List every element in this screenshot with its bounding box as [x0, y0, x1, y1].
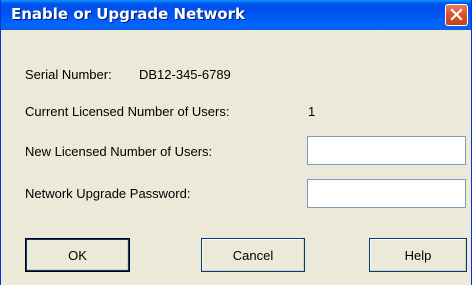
- help-button[interactable]: Help: [369, 238, 467, 272]
- new-users-label: New Licensed Number of Users:: [25, 144, 213, 159]
- close-button[interactable]: [445, 4, 468, 26]
- current-users-label: Current Licensed Number of Users:: [25, 104, 230, 119]
- upgrade-password-input[interactable]: [307, 179, 466, 208]
- dialog-title: Enable or Upgrade Network: [11, 5, 245, 23]
- ok-button-label: OK: [68, 247, 87, 263]
- new-users-input[interactable]: [307, 136, 466, 165]
- title-bar[interactable]: Enable or Upgrade Network: [1, 0, 471, 30]
- current-users-value: 1: [308, 104, 316, 119]
- help-button-label: Help: [404, 247, 432, 263]
- cancel-button[interactable]: Cancel: [201, 238, 305, 272]
- close-icon: [450, 8, 463, 21]
- ok-button[interactable]: OK: [25, 238, 130, 272]
- serial-number-label: Serial Number:: [25, 67, 112, 82]
- cancel-button-label: Cancel: [232, 247, 274, 263]
- dialog-window: Enable or Upgrade Network Serial Number:…: [0, 0, 472, 285]
- upgrade-password-label: Network Upgrade Password:: [25, 186, 191, 201]
- serial-number-value: DB12-345-6789: [139, 67, 231, 82]
